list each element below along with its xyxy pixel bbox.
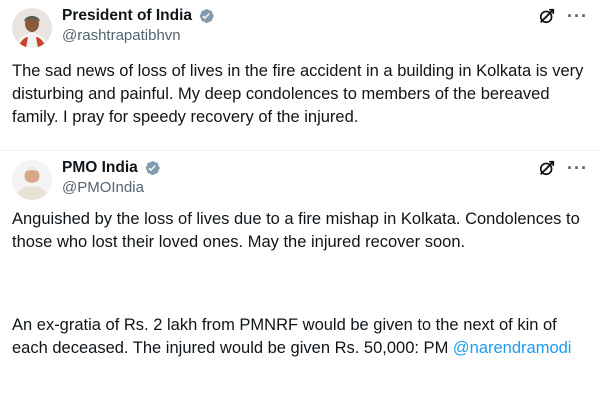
author-name[interactable]: PMO India bbox=[62, 159, 138, 177]
grok-icon[interactable] bbox=[537, 158, 557, 178]
tweet-text-paragraph-1: Anguished by the loss of lives due to a … bbox=[12, 210, 585, 251]
mention-link[interactable]: @narendramodi bbox=[453, 339, 572, 357]
grok-icon[interactable] bbox=[537, 6, 557, 26]
person-avatar-icon bbox=[12, 160, 52, 200]
tweet-actions: ··· bbox=[537, 6, 588, 26]
author-row: President of India bbox=[62, 7, 215, 25]
avatar[interactable] bbox=[12, 160, 52, 200]
divider bbox=[0, 150, 600, 151]
tweet-actions: ··· bbox=[537, 158, 588, 178]
tweet[interactable]: President of India @rashtrapatibhvn ··· … bbox=[0, 0, 600, 150]
more-options-icon[interactable]: ··· bbox=[567, 7, 588, 25]
more-options-icon[interactable]: ··· bbox=[567, 159, 588, 177]
avatar[interactable] bbox=[12, 8, 52, 48]
tweet[interactable]: PMO India @PMOIndia ··· Anguished by the… bbox=[0, 152, 600, 400]
verified-badge-icon bbox=[199, 9, 214, 23]
author-handle[interactable]: @rashtrapatibhvn bbox=[62, 27, 181, 44]
tweet-text: The sad news of loss of lives in the fir… bbox=[12, 62, 588, 126]
verified-badge-icon bbox=[145, 161, 160, 175]
author-handle[interactable]: @PMOIndia bbox=[62, 179, 144, 196]
author-name[interactable]: President of India bbox=[62, 7, 192, 25]
tweet-feed: President of India @rashtrapatibhvn ··· … bbox=[0, 0, 600, 400]
author-row: PMO India bbox=[62, 159, 161, 177]
tweet-text-paragraph-2: An ex-gratia of Rs. 2 lakh from PMNRF wo… bbox=[12, 314, 590, 360]
person-avatar-icon bbox=[12, 8, 52, 48]
